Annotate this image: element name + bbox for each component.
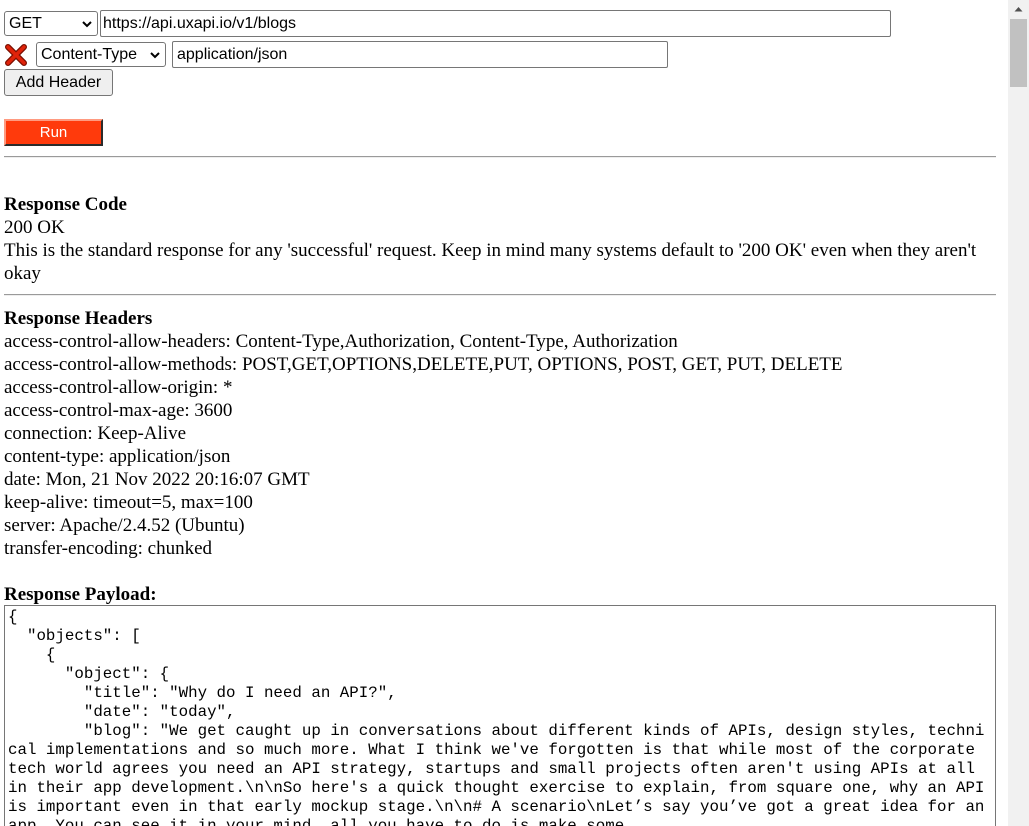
response-header-line: keep-alive: timeout=5, max=100 (4, 492, 253, 513)
run-button-label: Run (39, 124, 68, 141)
header-row: Content-Type application/json (4, 41, 668, 68)
header-value-input[interactable]: application/json (172, 41, 668, 68)
response-header-line: date: Mon, 21 Nov 2022 20:16:07 GMT (4, 469, 310, 490)
response-payload-textarea[interactable]: { "objects": [ { "object": { "title": "W… (4, 605, 996, 826)
divider (4, 156, 996, 158)
header-value-input-value: application/json (177, 45, 288, 63)
api-tester-page: GET https://api.uxapi.io/v1/blogs Conten… (0, 0, 1008, 826)
add-header-button[interactable]: Add Header (4, 69, 113, 96)
url-input[interactable]: https://api.uxapi.io/v1/blogs (100, 10, 891, 37)
response-payload-heading: Response Payload: (4, 584, 157, 605)
response-header-line: transfer-encoding: chunked (4, 538, 213, 559)
response-code-description: This is the standard response for any 's… (4, 240, 977, 284)
response-code-heading: Response Code (4, 194, 127, 215)
method-select-value: GET (9, 14, 42, 32)
chevron-down-icon (82, 20, 92, 27)
run-button[interactable]: Run (4, 119, 103, 146)
response-header-line: access-control-allow-origin: * (4, 377, 233, 398)
response-header-line: server: Apache/2.4.52 (Ubuntu) (4, 515, 245, 536)
response-headers-list: access-control-allow-headers: Content-Ty… (4, 330, 843, 560)
response-header-line: connection: Keep-Alive (4, 423, 187, 444)
request-row: GET https://api.uxapi.io/v1/blogs (4, 10, 891, 37)
close-x-icon[interactable] (4, 43, 28, 67)
method-select[interactable]: GET (4, 11, 98, 36)
response-code-value: 200 OK (4, 217, 65, 238)
scroll-up-arrow-icon[interactable] (1008, 0, 1029, 17)
scroll-up-arrow-glyph (1014, 6, 1023, 11)
response-header-line: access-control-max-age: 3600 (4, 400, 233, 421)
page-scrollbar[interactable] (1008, 0, 1029, 826)
response-header-line: content-type: application/json (4, 446, 231, 467)
header-name-select-value: Content-Type (41, 45, 138, 63)
scrollbar-thumb[interactable] (1010, 19, 1027, 87)
chevron-down-icon (150, 51, 160, 58)
response-headers-heading: Response Headers (4, 308, 153, 329)
header-name-select[interactable]: Content-Type (36, 42, 166, 67)
url-input-value: https://api.uxapi.io/v1/blogs (103, 14, 297, 32)
add-header-button-label: Add Header (15, 73, 102, 91)
response-header-line: access-control-allow-headers: Content-Ty… (4, 331, 678, 352)
response-header-line: access-control-allow-methods: POST,GET,O… (4, 354, 843, 375)
response-payload-text: { "objects": [ { "object": { "title": "W… (8, 608, 985, 826)
divider (4, 294, 996, 296)
